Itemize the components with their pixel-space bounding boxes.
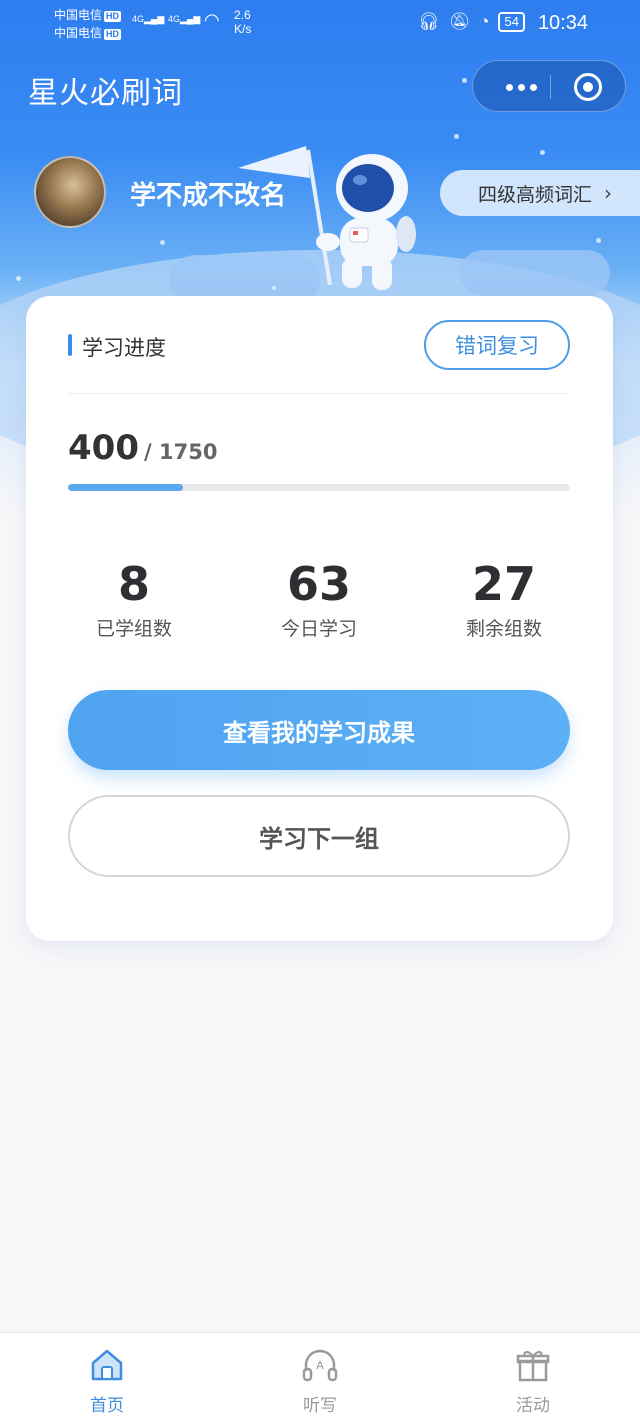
carrier-name: 中国电信: [54, 26, 103, 40]
tab-label: 活动: [516, 1396, 550, 1416]
bottom-tab-bar: 首页 A 听写 活动: [0, 1332, 640, 1422]
hd-badge: HD: [104, 11, 122, 22]
status-icons: 🎧︎ 🔕︎ ◔ 54: [418, 12, 525, 32]
speed-icon: ◔: [479, 12, 490, 31]
signal-icon: 4G▂▄▆: [132, 14, 165, 24]
total-count: / 1750: [144, 440, 218, 464]
mute-bell-icon: 🔕︎: [448, 12, 471, 31]
astronaut-illustration: [238, 146, 416, 290]
star: [160, 240, 165, 245]
clock: 10:34: [537, 12, 588, 34]
avatar[interactable]: [34, 156, 106, 228]
progress-card: 学习进度 错词复习 400 / 1750 8 已学组数 63 今日学习 27 剩…: [26, 296, 613, 941]
more-menu-button[interactable]: [493, 61, 549, 113]
vocab-book-name: 四级高频词汇: [478, 183, 593, 206]
star: [596, 238, 601, 243]
signal-icon: 4G▂▄▆: [168, 14, 201, 24]
section-title: 学习进度: [68, 332, 166, 362]
hd-badge: HD: [104, 29, 122, 40]
carrier-name: 中国电信: [54, 8, 103, 22]
tab-label: 听写: [303, 1396, 337, 1416]
status-bar: 中国电信 HD 中国电信 HD 4G▂▄▆ 4G▂▄▆ ◠ 2.6 K/s 🎧︎ 🔕…: [0, 0, 640, 48]
stat-groups-learned: 8 已学组数: [54, 556, 214, 641]
svg-text:A: A: [316, 1359, 324, 1372]
tab-label: 首页: [90, 1396, 124, 1416]
star: [462, 78, 467, 83]
stat-value: 27: [471, 557, 536, 611]
tab-dictation[interactable]: A 听写: [260, 1345, 380, 1416]
stat-value: 8: [117, 557, 150, 611]
wifi-icon: ◠: [204, 10, 220, 30]
close-target-icon[interactable]: [574, 73, 602, 101]
battery-indicator: 54: [498, 12, 525, 32]
stat-label: 已学组数: [95, 618, 172, 640]
stat-label: 今日学习: [280, 618, 357, 640]
stat-value: 63: [286, 557, 351, 611]
vocab-book-selector[interactable]: 四级高频词汇 ›: [440, 170, 640, 216]
chevron-right-icon: ›: [604, 181, 613, 205]
tab-home[interactable]: 首页: [47, 1345, 167, 1416]
view-results-button[interactable]: 查看我的学习成果: [68, 690, 570, 770]
star: [16, 276, 21, 281]
wrong-word-review-button[interactable]: 错词复习: [424, 320, 570, 370]
tab-activity[interactable]: 活动: [473, 1345, 593, 1416]
star: [540, 150, 545, 155]
app-title: 星火必刷词: [28, 76, 183, 111]
divider: [68, 393, 570, 394]
progress-bar: [68, 484, 570, 491]
stat-groups-remaining: 27 剩余组数: [424, 556, 584, 641]
carrier-info: 中国电信 HD 中国电信 HD: [54, 6, 122, 42]
stat-today: 63 今日学习: [239, 556, 399, 641]
mini-program-capsule: [472, 60, 626, 112]
gift-icon: [516, 1351, 550, 1382]
next-group-button[interactable]: 学习下一组: [68, 795, 570, 877]
progress-bar-fill: [68, 484, 183, 491]
headphones-icon: 🎧︎: [418, 12, 440, 31]
moon-hill: [460, 250, 610, 296]
stat-label: 剩余组数: [465, 618, 542, 640]
capsule-divider: [550, 75, 551, 99]
network-speed: 2.6 K/s: [234, 8, 252, 36]
headphones-icon: A: [302, 1349, 338, 1382]
learned-count: 400: [68, 428, 139, 468]
star: [454, 134, 459, 139]
home-icon: [91, 1349, 123, 1381]
